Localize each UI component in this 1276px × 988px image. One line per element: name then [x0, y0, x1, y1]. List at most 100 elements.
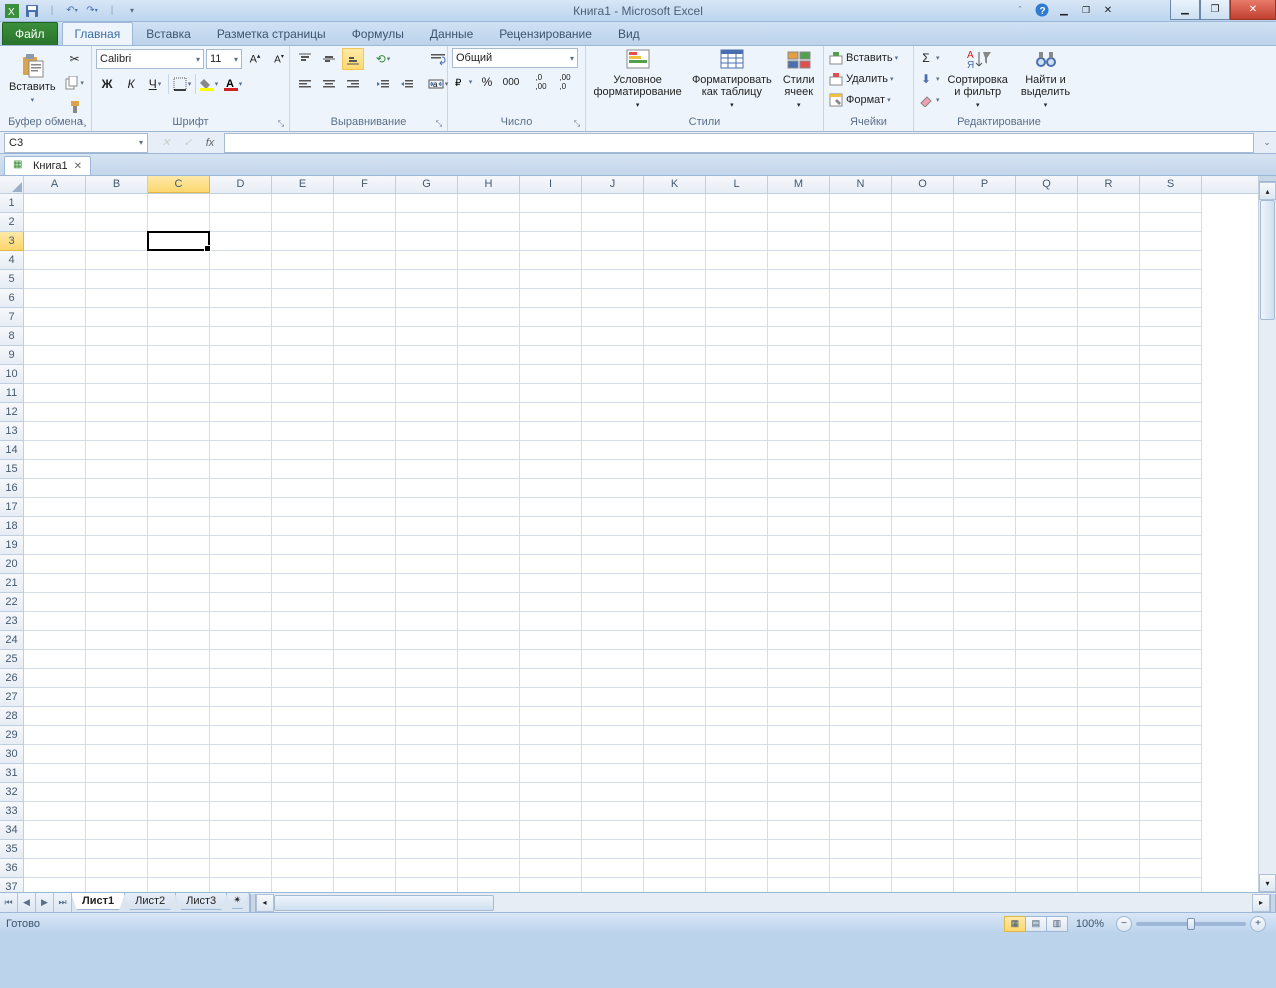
cell-I37[interactable]: [520, 878, 582, 892]
cell-H31[interactable]: [458, 764, 520, 783]
cell-P2[interactable]: [954, 213, 1016, 232]
cell-I5[interactable]: [520, 270, 582, 289]
row-header-3[interactable]: 3: [0, 232, 24, 251]
cell-G1[interactable]: [396, 194, 458, 213]
bold-button[interactable]: Ж: [96, 73, 118, 95]
cell-D22[interactable]: [210, 593, 272, 612]
cell-R33[interactable]: [1078, 802, 1140, 821]
cell-E17[interactable]: [272, 498, 334, 517]
cell-J2[interactable]: [582, 213, 644, 232]
cell-Q31[interactable]: [1016, 764, 1078, 783]
cell-P12[interactable]: [954, 403, 1016, 422]
cell-E14[interactable]: [272, 441, 334, 460]
cell-P32[interactable]: [954, 783, 1016, 802]
cell-H36[interactable]: [458, 859, 520, 878]
cell-C24[interactable]: [148, 631, 210, 650]
redo-icon[interactable]: ↷▾: [84, 3, 100, 19]
cell-S8[interactable]: [1140, 327, 1202, 346]
cell-B24[interactable]: [86, 631, 148, 650]
cell-L35[interactable]: [706, 840, 768, 859]
cell-R13[interactable]: [1078, 422, 1140, 441]
cell-D19[interactable]: [210, 536, 272, 555]
cell-A17[interactable]: [24, 498, 86, 517]
cell-O32[interactable]: [892, 783, 954, 802]
horizontal-scrollbar[interactable]: ◂ ▸: [249, 893, 1276, 912]
cell-H2[interactable]: [458, 213, 520, 232]
cell-C22[interactable]: [148, 593, 210, 612]
cell-F7[interactable]: [334, 308, 396, 327]
cell-I12[interactable]: [520, 403, 582, 422]
row-header-10[interactable]: 10: [0, 365, 24, 384]
cell-N16[interactable]: [830, 479, 892, 498]
cell-D11[interactable]: [210, 384, 272, 403]
cell-P23[interactable]: [954, 612, 1016, 631]
new-sheet-button[interactable]: ✴: [226, 893, 248, 909]
cell-N29[interactable]: [830, 726, 892, 745]
cell-D32[interactable]: [210, 783, 272, 802]
paste-button[interactable]: Вставить ▾: [4, 48, 61, 112]
tab-view[interactable]: Вид: [605, 22, 653, 45]
cell-R18[interactable]: [1078, 517, 1140, 536]
cell-L22[interactable]: [706, 593, 768, 612]
cell-R11[interactable]: [1078, 384, 1140, 403]
cell-Q14[interactable]: [1016, 441, 1078, 460]
row-header-5[interactable]: 5: [0, 270, 24, 289]
cell-N27[interactable]: [830, 688, 892, 707]
cell-M29[interactable]: [768, 726, 830, 745]
cell-S18[interactable]: [1140, 517, 1202, 536]
cell-S37[interactable]: [1140, 878, 1202, 892]
cell-O31[interactable]: [892, 764, 954, 783]
cell-S13[interactable]: [1140, 422, 1202, 441]
cell-F25[interactable]: [334, 650, 396, 669]
cell-F32[interactable]: [334, 783, 396, 802]
tab-home[interactable]: Главная: [62, 22, 134, 45]
cell-F15[interactable]: [334, 460, 396, 479]
cell-N8[interactable]: [830, 327, 892, 346]
cell-N4[interactable]: [830, 251, 892, 270]
cell-M15[interactable]: [768, 460, 830, 479]
cell-B7[interactable]: [86, 308, 148, 327]
cell-M28[interactable]: [768, 707, 830, 726]
cell-F35[interactable]: [334, 840, 396, 859]
cell-M37[interactable]: [768, 878, 830, 892]
cell-A8[interactable]: [24, 327, 86, 346]
fx-button[interactable]: fx: [200, 134, 220, 152]
cell-A2[interactable]: [24, 213, 86, 232]
cell-R10[interactable]: [1078, 365, 1140, 384]
cell-O7[interactable]: [892, 308, 954, 327]
cell-C6[interactable]: [148, 289, 210, 308]
zoom-slider[interactable]: [1136, 922, 1246, 926]
vertical-scrollbar[interactable]: ▴ ▾: [1258, 176, 1276, 892]
cell-E8[interactable]: [272, 327, 334, 346]
cell-Q29[interactable]: [1016, 726, 1078, 745]
cell-K8[interactable]: [644, 327, 706, 346]
mdi-close-icon[interactable]: ✕: [1100, 2, 1116, 18]
cell-I16[interactable]: [520, 479, 582, 498]
cell-R3[interactable]: [1078, 232, 1140, 251]
cell-R35[interactable]: [1078, 840, 1140, 859]
window-close-button[interactable]: ✕: [1230, 0, 1276, 20]
conditional-formatting-button[interactable]: Условное форматирование▾: [590, 48, 685, 112]
cell-R21[interactable]: [1078, 574, 1140, 593]
cell-C17[interactable]: [148, 498, 210, 517]
column-header-J[interactable]: J: [582, 176, 644, 193]
cell-J24[interactable]: [582, 631, 644, 650]
cell-Q21[interactable]: [1016, 574, 1078, 593]
cell-E36[interactable]: [272, 859, 334, 878]
font-dialog-launcher[interactable]: ⤡: [275, 118, 287, 130]
cell-I25[interactable]: [520, 650, 582, 669]
cell-I28[interactable]: [520, 707, 582, 726]
cell-C16[interactable]: [148, 479, 210, 498]
cell-L4[interactable]: [706, 251, 768, 270]
cell-O3[interactable]: [892, 232, 954, 251]
cell-L25[interactable]: [706, 650, 768, 669]
cell-S22[interactable]: [1140, 593, 1202, 612]
cell-C31[interactable]: [148, 764, 210, 783]
cell-J23[interactable]: [582, 612, 644, 631]
cell-B21[interactable]: [86, 574, 148, 593]
cell-D23[interactable]: [210, 612, 272, 631]
cell-C28[interactable]: [148, 707, 210, 726]
cell-Q1[interactable]: [1016, 194, 1078, 213]
cell-F18[interactable]: [334, 517, 396, 536]
row-header-15[interactable]: 15: [0, 460, 24, 479]
